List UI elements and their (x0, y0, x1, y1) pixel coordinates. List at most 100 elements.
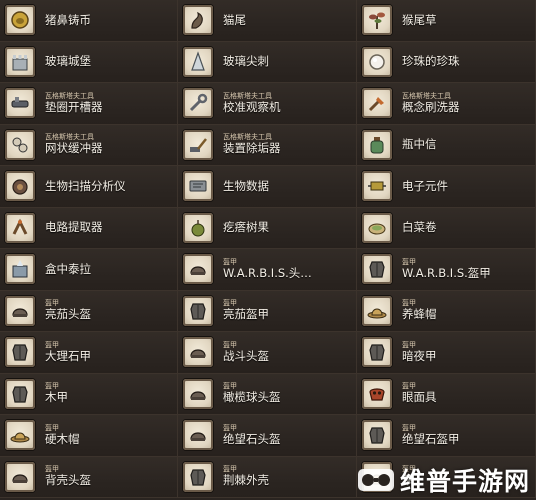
item-cell[interactable]: 疙瘩树果 (178, 207, 357, 249)
item-slot (362, 171, 392, 202)
item-slot (362, 212, 392, 243)
item-name: 暗夜甲 (402, 348, 437, 363)
item-tag: 盔甲 (402, 257, 416, 266)
item-tag: 瓦格斯塔夫工具 (223, 91, 272, 100)
item-cell[interactable]: 猪鼻铸币 (0, 0, 178, 42)
item-name: W.A.R.B.I.S.头… (223, 265, 312, 280)
item-cell[interactable]: 盔甲 W.A.R.B.I.S.盔甲 (357, 249, 536, 291)
item-name: 养蜂帽 (402, 307, 437, 322)
item-cell[interactable]: 玻璃城堡 (0, 41, 178, 83)
item-cell[interactable]: 盔甲 战斗头盔 (178, 332, 357, 374)
item-cell[interactable]: 白菜卷 (357, 207, 536, 249)
armor-icon (12, 344, 28, 361)
item-text: 盔甲 绝望石盔甲 (402, 424, 460, 447)
component-icon (368, 181, 386, 191)
item-cell[interactable]: 玻璃尖刺 (178, 41, 357, 83)
item-cell[interactable]: 瓦格斯塔夫工具 概念刷洗器 (357, 83, 536, 125)
item-slot (362, 46, 392, 77)
hat-icon (367, 308, 387, 319)
item-cell[interactable]: 生物扫描分析仪 (0, 166, 178, 208)
castle-icon (12, 54, 28, 71)
item-cell[interactable]: 盔甲 木甲 (0, 373, 178, 415)
item-cell[interactable]: 电子元件 (357, 166, 536, 208)
item-cell[interactable]: 盒中泰拉 (0, 249, 178, 291)
item-tag: 盔甲 (45, 423, 59, 432)
item-name: 亮茄盔甲 (223, 307, 269, 322)
item-slot (5, 5, 35, 36)
item-slot (5, 295, 35, 326)
item-slot (5, 171, 35, 202)
item-slot (183, 295, 213, 326)
item-name: 背壳头盔 (45, 473, 91, 488)
item-cell[interactable]: 电路提取器 (0, 207, 178, 249)
item-name: 装置除垢器 (223, 141, 281, 156)
helmet-icon (190, 391, 206, 400)
item-name: 电子元件 (402, 178, 448, 193)
item-slot (183, 254, 213, 285)
item-cell[interactable]: 盔甲 W.A.R.B.I.S.头… (178, 249, 357, 291)
item-slot (5, 129, 35, 160)
item-cell[interactable]: 盔甲 绝望石盔甲 (357, 415, 536, 457)
item-cell[interactable]: 盔甲 硬木帽 (0, 415, 178, 457)
item-cell[interactable]: 瓦格斯塔夫工具 垫圈开槽器 (0, 83, 178, 125)
item-text: 瓦格斯塔夫工具 网状缓冲器 (45, 133, 103, 156)
watermark-logo-icon (357, 469, 394, 491)
item-slot (362, 88, 392, 119)
item-name: 亮茄头盔 (45, 307, 91, 322)
item-tag: 盔甲 (223, 340, 237, 349)
item-text: 盔甲 背壳头盔 (45, 465, 91, 488)
item-tag: 盔甲 (45, 340, 59, 349)
spike-icon (191, 50, 205, 71)
extractor-icon (12, 218, 28, 235)
armor-icon (369, 344, 385, 361)
tool-icon (11, 97, 29, 108)
armor-icon (190, 469, 206, 486)
scanner-icon (12, 179, 28, 195)
item-tag: 瓦格斯塔夫工具 (45, 91, 94, 100)
pearl-icon (369, 54, 385, 70)
item-cell[interactable]: 盔甲 荆棘外壳 (178, 456, 357, 498)
item-cell[interactable]: 瓦格斯塔夫工具 校准观察机 (178, 83, 357, 125)
item-cell[interactable]: 盔甲 眼面具 (357, 373, 536, 415)
item-slot (5, 46, 35, 77)
item-slot (362, 129, 392, 160)
helmet-icon (12, 308, 28, 317)
coin-icon (11, 11, 29, 29)
fruit-icon (191, 219, 205, 237)
item-cell[interactable]: 盔甲 背壳头盔 (0, 456, 178, 498)
item-cell[interactable]: 珍珠的珍珠 (357, 41, 536, 83)
item-cell[interactable]: 猫尾 (178, 0, 357, 42)
item-cell[interactable]: 生物数据 (178, 166, 357, 208)
item-slot (5, 420, 35, 451)
item-name: 木甲 (45, 390, 68, 405)
item-tag: 瓦格斯塔夫工具 (402, 91, 451, 100)
item-tag: 盔甲 (402, 423, 416, 432)
item-cell[interactable]: 盔甲 绝望石头盔 (178, 415, 357, 457)
item-text: 盔甲 硬木帽 (45, 424, 80, 447)
box-icon (12, 260, 28, 278)
item-cell[interactable]: 瓦格斯塔夫工具 装置除垢器 (178, 124, 357, 166)
item-name: 玻璃城堡 (45, 54, 91, 69)
item-cell[interactable]: 瓦格斯塔夫工具 网状缓冲器 (0, 124, 178, 166)
item-cell[interactable]: 瓶中信 (357, 124, 536, 166)
item-cell[interactable]: 盔甲 大理石甲 (0, 332, 178, 374)
helmet-icon (190, 266, 206, 276)
item-slot (183, 5, 213, 36)
item-cell[interactable]: 盔甲 亮茄盔甲 (178, 290, 357, 332)
item-cell[interactable]: 盔甲 橄榄球头盔 (178, 373, 357, 415)
item-name: 猫尾 (223, 12, 246, 27)
item-grid: 猪鼻铸币 猫尾 猴尾草 玻璃城堡 玻璃尖刺 珍珠的珍珠 瓦格斯塔夫工具 垫圈开槽器 瓦格斯塔夫工… (0, 0, 536, 500)
item-slot (183, 420, 213, 451)
item-text: 盔甲 亮茄盔甲 (223, 299, 269, 322)
item-name: 珍珠的珍珠 (402, 54, 460, 69)
helmet-icon (190, 349, 206, 359)
item-cell[interactable]: 盔甲 养蜂帽 (357, 290, 536, 332)
item-cell[interactable]: 盔甲 暗夜甲 (357, 332, 536, 374)
watermark-text: 维普手游网 (399, 467, 530, 496)
cat-tail-icon (191, 12, 203, 29)
buffer-icon (12, 137, 28, 153)
item-name: 硬木帽 (45, 431, 80, 446)
item-cell[interactable]: 猴尾草 (357, 0, 536, 42)
item-cell[interactable]: 盔甲 亮茄头盔 (0, 290, 178, 332)
item-text: 瓦格斯塔夫工具 概念刷洗器 (402, 92, 460, 115)
